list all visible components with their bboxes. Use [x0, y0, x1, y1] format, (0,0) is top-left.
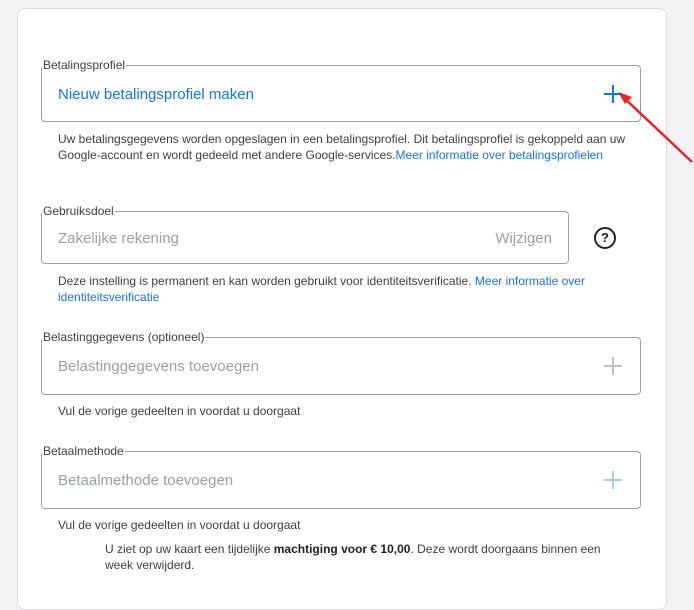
- tax-info-legend: Belastinggegevens (optioneel): [42, 330, 206, 344]
- add-icon[interactable]: [604, 357, 622, 375]
- payment-method-value: Betaalmethode toevoegen: [58, 472, 234, 489]
- add-icon[interactable]: [604, 471, 622, 489]
- usage-field[interactable]: Gebruiksdoel Zakelijke rekening Wijzigen: [41, 204, 569, 264]
- authorization-notice: U ziet op uw kaart een tijdelijke machti…: [105, 542, 601, 572]
- payment-profile-help: Uw betalingsgegevens worden opgeslagen i…: [58, 132, 626, 162]
- tax-info-field[interactable]: Belastinggegevens (optioneel) Belastingg…: [41, 330, 641, 395]
- tax-info-help: Vul de vorige gedeelten in voordat u doo…: [58, 404, 301, 418]
- payment-profile-select[interactable]: Betalingsprofiel Nieuw betalingsprofiel …: [41, 58, 641, 122]
- payment-method-help: Vul de vorige gedeelten in voordat u doo…: [58, 518, 301, 532]
- change-button[interactable]: Wijzigen: [495, 230, 552, 248]
- usage-legend: Gebruiksdoel: [42, 204, 115, 218]
- payment-profile-learn-more-link[interactable]: Meer informatie over betalingsprofielen: [396, 148, 603, 162]
- tax-info-value: Belastinggegevens toevoegen: [58, 358, 259, 375]
- payment-method-legend: Betaalmethode: [42, 444, 125, 458]
- usage-help: Deze instelling is permanent en kan word…: [58, 274, 585, 304]
- payment-method-field[interactable]: Betaalmethode Betaalmethode toevoegen: [41, 444, 641, 509]
- create-payment-profile-link[interactable]: Nieuw betalingsprofiel maken: [58, 86, 254, 104]
- annotation-arrow-icon: [618, 92, 693, 163]
- payment-profile-legend: Betalingsprofiel: [42, 58, 127, 72]
- help-circle-icon[interactable]: ?: [594, 227, 616, 249]
- usage-value: Zakelijke rekening: [58, 230, 179, 247]
